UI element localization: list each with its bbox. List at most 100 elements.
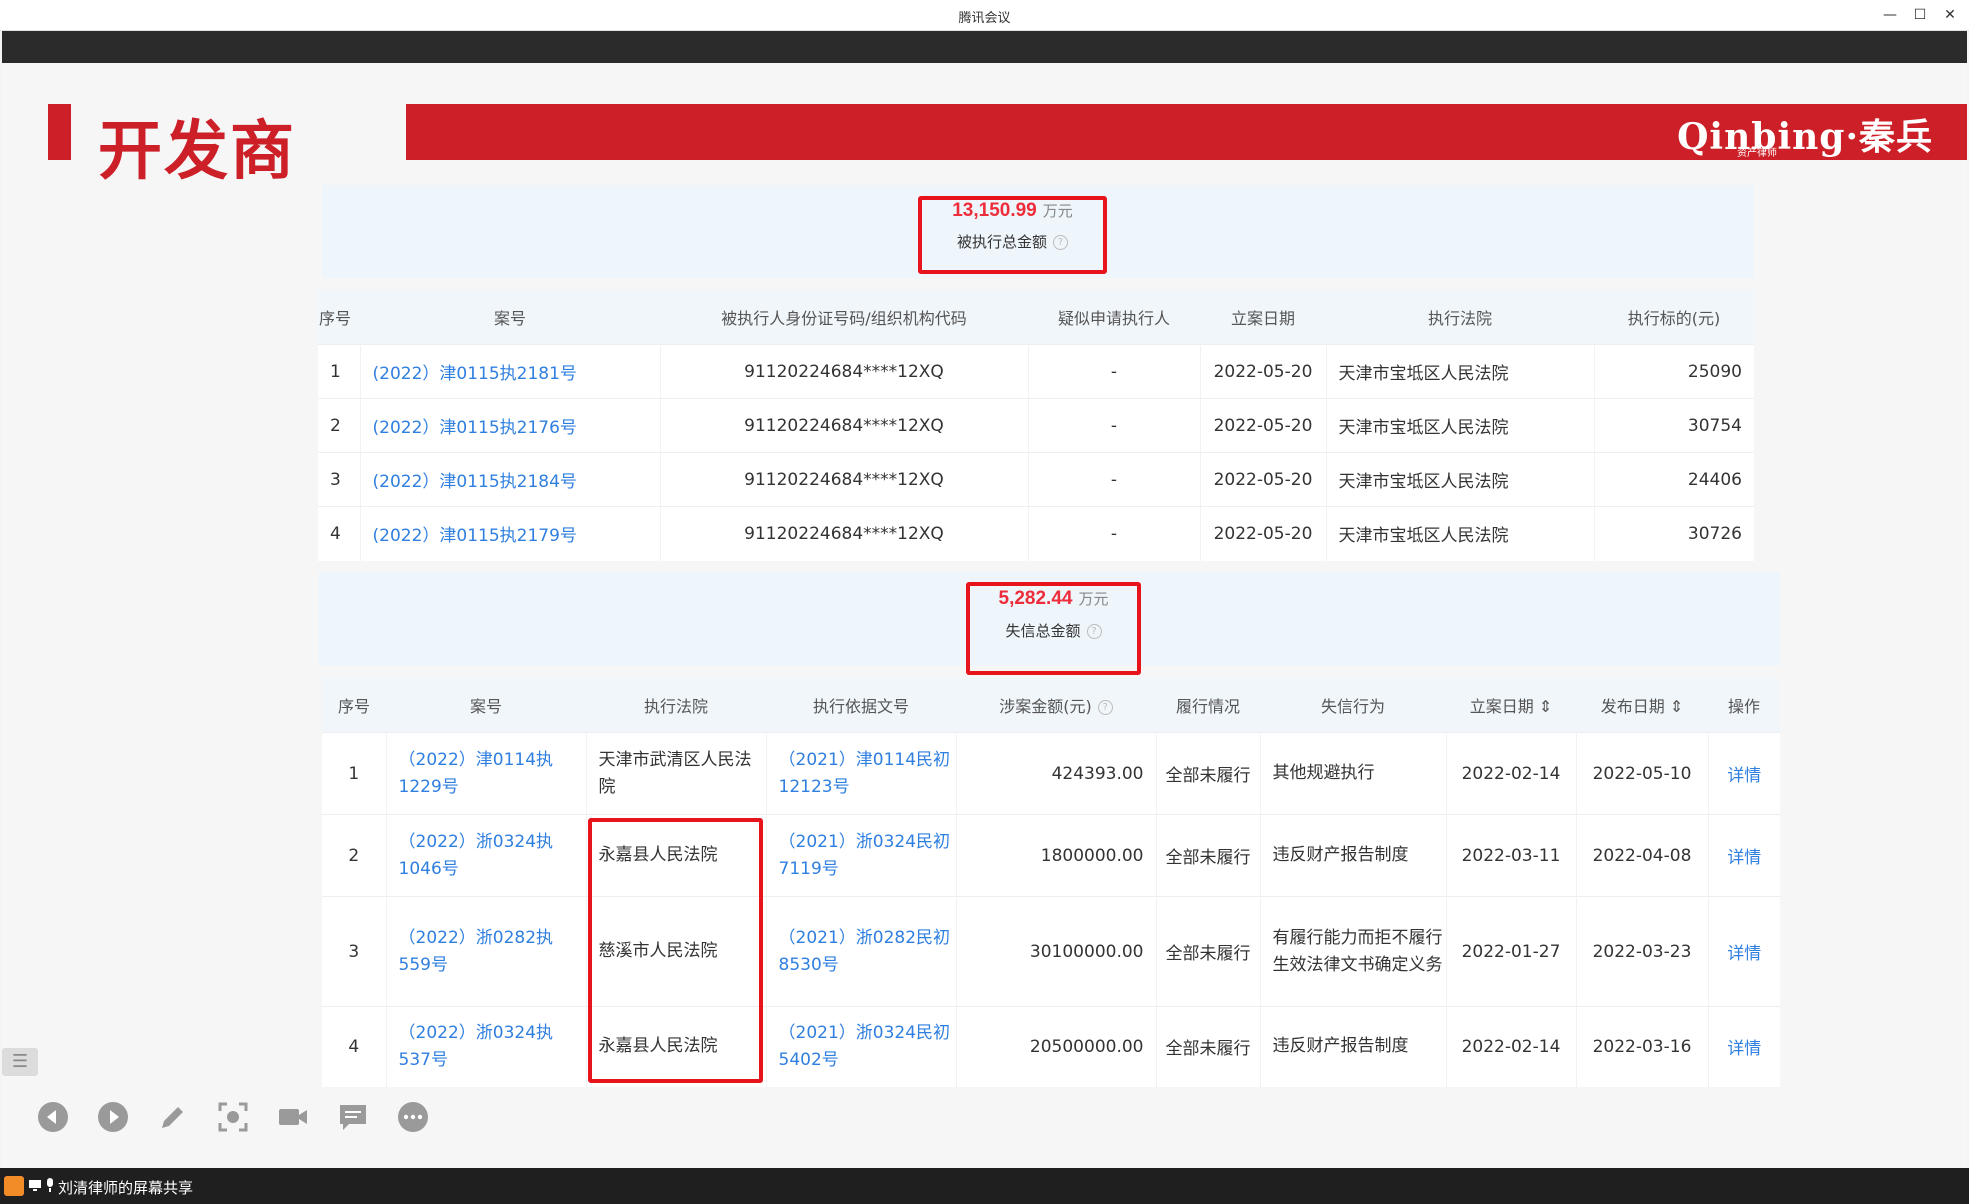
case-amount: 30100000.00 [956, 896, 1157, 1007]
window-title: 腾讯会议 [958, 11, 1011, 26]
publish-date: 2022-03-23 [1576, 896, 1709, 1007]
minimize-button[interactable]: — [1880, 5, 1900, 25]
id-code: 91120224684****12XQ [660, 452, 1029, 507]
case-link[interactable]: (2022）津0115执2179号 [360, 506, 661, 561]
table-row: 1 （2022）津0114执1229号 天津市武清区人民法院 （2021）津01… [322, 732, 1780, 815]
court: 天津市宝坻区人民法院 [1326, 452, 1595, 507]
col-header-index: 序号 [318, 290, 360, 345]
exec-table-header: 序号 案号 被执行人身份证号码/组织机构代码 疑似申请执行人 立案日期 执行法院… [318, 290, 1754, 345]
target-amount: 30754 [1594, 398, 1754, 453]
applicant: - [1028, 452, 1201, 507]
case-amount: 1800000.00 [956, 814, 1157, 897]
prev-icon[interactable] [36, 1100, 70, 1134]
filing-date: 2022-02-14 [1446, 1006, 1577, 1087]
col-header-case-no: 案号 [386, 678, 586, 733]
exec-total-unit: 万元 [1042, 202, 1073, 220]
dishonest-total-unit: 万元 [1078, 590, 1109, 608]
more-icon[interactable] [396, 1100, 430, 1134]
detail-link[interactable]: 详情 [1708, 1006, 1780, 1087]
info-icon[interactable]: ? [1097, 700, 1113, 715]
basis-doc-link[interactable]: （2021）津0114民初12123号 [766, 732, 957, 815]
row-index: 3 [322, 896, 387, 1007]
basis-doc-link[interactable]: （2021）浙0324民初7119号 [766, 814, 957, 897]
table-row: 3 （2022）浙0282执559号 慈溪市人民法院 （2021）浙0282民初… [322, 896, 1780, 1007]
row-index: 1 [318, 344, 361, 399]
table-row: 2 (2022）津0115执2176号 91120224684****12XQ … [318, 398, 1754, 453]
performance: 全部未履行 [1156, 732, 1261, 815]
col-header-performance: 履行情况 [1156, 678, 1260, 733]
next-icon[interactable] [96, 1100, 130, 1134]
screen-share-icon [29, 1180, 41, 1191]
dishonest-act: 违反财产报告制度 [1260, 814, 1447, 897]
row-index: 2 [318, 398, 361, 453]
applicant: - [1028, 506, 1201, 561]
filing-date: 2022-05-20 [1200, 452, 1327, 507]
col-header-filing-date-sort[interactable]: 立案日期 ⇕ [1446, 678, 1576, 733]
pen-icon[interactable] [156, 1100, 190, 1134]
basis-doc-link[interactable]: （2021）浙0324民初5402号 [766, 1006, 957, 1087]
share-status-text: 刘清律师的屏幕共享 [58, 1179, 194, 1197]
target-amount: 30726 [1594, 506, 1754, 561]
case-link[interactable]: （2022）浙0282执559号 [386, 896, 587, 1007]
case-link[interactable]: (2022）津0115执2184号 [360, 452, 661, 507]
col-header-id-code: 被执行人身份证号码/组织机构代码 [660, 290, 1028, 345]
row-index: 3 [318, 452, 361, 507]
col-header-publish-date-sort[interactable]: 发布日期 ⇕ [1576, 678, 1708, 733]
case-link[interactable]: （2022）津0114执1229号 [386, 732, 587, 815]
heading-marker [48, 104, 71, 160]
case-link[interactable]: （2022）浙0324执537号 [386, 1006, 587, 1087]
case-link[interactable]: (2022）津0115执2176号 [360, 398, 661, 453]
exec-total-amount: 13,150.99 [952, 200, 1037, 221]
brand-logo: Qinbing·秦兵 [1677, 116, 1933, 158]
publish-date: 2022-05-10 [1576, 732, 1709, 815]
col-header-target-amount: 执行标的(元) [1594, 290, 1754, 345]
target-amount: 24406 [1594, 452, 1754, 507]
table-row: 3 (2022）津0115执2184号 91120224684****12XQ … [318, 452, 1754, 507]
id-code: 91120224684****12XQ [660, 398, 1029, 453]
slide-heading: 开发商 [98, 114, 296, 189]
publish-date: 2022-03-16 [1576, 1006, 1709, 1087]
share-statusbar: 刘清律师的屏幕共享 [0, 1168, 1969, 1204]
dishonest-act: 有履行能力而拒不履行生效法律文书确定义务 [1260, 896, 1447, 1007]
court: 天津市武清区人民法院 [586, 732, 767, 815]
row-index: 4 [318, 506, 361, 561]
filing-date: 2022-02-14 [1446, 732, 1577, 815]
id-code: 91120224684****12XQ [660, 344, 1029, 399]
dishonest-table-header: 序号 案号 执行法院 执行依据文号 涉案金额(元)? 履行情况 失信行为 立案日… [322, 678, 1780, 733]
publish-date: 2022-04-08 [1576, 814, 1709, 897]
court: 天津市宝坻区人民法院 [1326, 506, 1595, 561]
col-header-filing-date: 立案日期 [1200, 290, 1326, 345]
slide-list-button[interactable]: ☰ [2, 1048, 38, 1076]
close-button[interactable]: ✕ [1940, 5, 1960, 25]
brand-banner: Qinbing·秦兵 资产律师 [406, 104, 1967, 160]
filing-date: 2022-01-27 [1446, 896, 1577, 1007]
chat-icon[interactable] [336, 1100, 370, 1134]
court-highlight [588, 818, 763, 1083]
col-header-case-amount: 涉案金额(元)? [956, 678, 1156, 733]
window-titlebar: 腾讯会议 — ☐ ✕ [0, 0, 1969, 31]
case-amount: 424393.00 [956, 732, 1157, 815]
basis-doc-link[interactable]: （2021）浙0282民初8530号 [766, 896, 957, 1007]
detail-link[interactable]: 详情 [1708, 896, 1780, 1007]
dishonest-act: 违反财产报告制度 [1260, 1006, 1447, 1087]
case-link[interactable]: (2022）津0115执2181号 [360, 344, 661, 399]
dishonest-total-amount: 5,282.44 [998, 588, 1073, 609]
screenshot-icon[interactable] [216, 1100, 250, 1134]
table-row: 1 (2022）津0115执2181号 91120224684****12XQ … [318, 344, 1754, 399]
filing-date: 2022-05-20 [1200, 344, 1327, 399]
maximize-button[interactable]: ☐ [1910, 5, 1930, 25]
id-code: 91120224684****12XQ [660, 506, 1029, 561]
dishonest-total-label: 失信总金额 [1005, 622, 1081, 640]
court: 天津市宝坻区人民法院 [1326, 398, 1595, 453]
info-icon[interactable]: ? [1086, 624, 1102, 639]
dishonest-summary: 5,282.44 万元 失信总金额? [966, 588, 1141, 641]
info-icon[interactable]: ? [1053, 235, 1068, 250]
detail-link[interactable]: 详情 [1708, 814, 1780, 897]
detail-link[interactable]: 详情 [1708, 732, 1780, 815]
col-header-basis-doc: 执行依据文号 [766, 678, 956, 733]
case-link[interactable]: （2022）浙0324执1046号 [386, 814, 587, 897]
court: 天津市宝坻区人民法院 [1326, 344, 1595, 399]
camera-icon[interactable] [276, 1100, 310, 1134]
dishonest-act: 其他规避执行 [1260, 732, 1447, 815]
case-amount: 20500000.00 [956, 1006, 1157, 1087]
